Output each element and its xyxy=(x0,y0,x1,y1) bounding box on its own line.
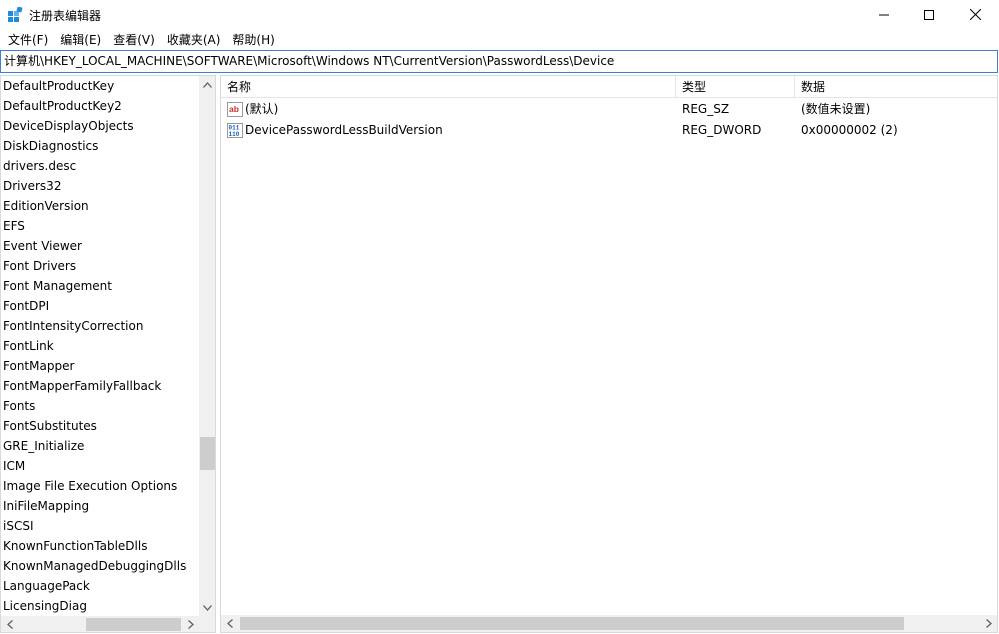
chevron-right-icon xyxy=(985,619,992,628)
list-scroll-left-button[interactable] xyxy=(221,615,238,632)
tree-item[interactable]: Event Viewer xyxy=(1,236,199,256)
value-row[interactable]: ab (默认) REG_SZ (数值未设置) xyxy=(221,99,997,120)
tree-item[interactable]: Fonts xyxy=(1,396,199,416)
value-name: (默认) xyxy=(245,102,279,116)
value-row[interactable]: 011 110 DevicePasswordLessBuildVersion R… xyxy=(221,120,997,141)
column-header-type[interactable]: 类型 xyxy=(676,76,795,98)
tree-item[interactable]: iSCSI xyxy=(1,516,199,536)
tree-item[interactable]: DiskDiagnostics xyxy=(1,136,199,156)
close-icon xyxy=(969,9,981,20)
svg-text:ab: ab xyxy=(229,104,239,114)
minimize-icon xyxy=(879,14,889,15)
list-horizontal-scrollbar[interactable] xyxy=(221,615,997,632)
chevron-left-icon xyxy=(6,620,13,629)
tree-item[interactable]: FontLink xyxy=(1,336,199,356)
value-data: (数值未设置) xyxy=(801,102,871,116)
list-horizontal-scroll-thumb[interactable] xyxy=(240,617,904,630)
tree-item[interactable]: drivers.desc xyxy=(1,156,199,176)
tree-item[interactable]: LicensingDiag xyxy=(1,596,199,616)
tree-item[interactable]: FontIntensityCorrection xyxy=(1,316,199,336)
tree-vertical-scrollbar[interactable] xyxy=(199,76,215,616)
menu-view[interactable]: 查看(V) xyxy=(107,30,161,50)
window-title: 注册表编辑器 xyxy=(29,9,102,23)
tree-item[interactable]: KnownManagedDebuggingDlls xyxy=(1,556,199,576)
title-bar: 注册表编辑器 xyxy=(0,0,999,29)
column-header-data[interactable]: 数据 xyxy=(795,76,997,98)
key-tree-pane: DefaultProductKey DefaultProductKey2 Devic… xyxy=(0,75,216,633)
scroll-up-button[interactable] xyxy=(199,76,215,93)
tree-item[interactable]: ICM xyxy=(1,456,199,476)
menu-favorites[interactable]: 收藏夹(A) xyxy=(161,30,227,50)
svg-text:110: 110 xyxy=(229,131,240,138)
chevron-up-icon xyxy=(203,81,212,88)
binary-value-icon: 011 110 xyxy=(227,123,243,138)
value-type: REG_SZ xyxy=(682,102,730,116)
tree-item[interactable]: KnownFunctionTableDlls xyxy=(1,536,199,556)
string-value-icon: ab xyxy=(227,102,243,117)
list-header: 名称 类型 数据 xyxy=(221,76,997,98)
tree-item[interactable]: Font Drivers xyxy=(1,256,199,276)
menu-edit[interactable]: 编辑(E) xyxy=(54,30,107,50)
tree-item[interactable]: FontSubstitutes xyxy=(1,416,199,436)
tree-item[interactable]: Drivers32 xyxy=(1,176,199,196)
tree-item[interactable]: DefaultProductKey2 xyxy=(1,96,199,116)
chevron-down-icon xyxy=(203,604,212,611)
tree-scroll-right-button[interactable] xyxy=(182,616,199,632)
column-header-name[interactable]: 名称 xyxy=(221,76,676,98)
tree-item[interactable]: LanguagePack xyxy=(1,576,199,596)
scrollbar-corner xyxy=(199,616,215,632)
minimize-button[interactable] xyxy=(861,0,907,29)
address-bar[interactable]: 计算机\HKEY_LOCAL_MACHINE\SOFTWARE\Microsof… xyxy=(0,50,998,73)
values-list-pane: 名称 类型 数据 ab (默认) REG_SZ (数值未设置) 011 110 … xyxy=(220,75,998,633)
tree-item[interactable]: DefaultProductKey xyxy=(1,76,199,96)
maximize-icon xyxy=(924,9,934,20)
tree-horizontal-scroll-thumb[interactable] xyxy=(86,618,181,631)
tree-item[interactable]: GRE_Initialize xyxy=(1,436,199,456)
scroll-down-button[interactable] xyxy=(199,599,215,616)
tree-scroll-left-button[interactable] xyxy=(1,616,18,632)
tree-item[interactable]: Image File Execution Options xyxy=(1,476,199,496)
value-data: 0x00000002 (2) xyxy=(801,123,898,137)
menu-file[interactable]: 文件(F) xyxy=(2,30,54,50)
tree-item[interactable]: FontMapperFamilyFallback xyxy=(1,376,199,396)
tree-item[interactable]: DeviceDisplayObjects xyxy=(1,116,199,136)
tree-item[interactable]: FontDPI xyxy=(1,296,199,316)
maximize-button[interactable] xyxy=(906,0,952,29)
menu-bar: 文件(F) 编辑(E) 查看(V) 收藏夹(A) 帮助(H) xyxy=(0,29,999,50)
tree-vertical-scroll-thumb[interactable] xyxy=(200,437,215,470)
tree-item[interactable]: FontMapper xyxy=(1,356,199,376)
value-type: REG_DWORD xyxy=(682,123,762,137)
list-scroll-right-button[interactable] xyxy=(980,615,997,632)
close-button[interactable] xyxy=(952,0,998,29)
menu-help[interactable]: 帮助(H) xyxy=(226,30,280,50)
tree-item[interactable]: Font Management xyxy=(1,276,199,296)
chevron-right-icon xyxy=(187,620,194,629)
chevron-left-icon xyxy=(226,619,233,628)
tree-item[interactable]: IniFileMapping xyxy=(1,496,199,516)
tree-horizontal-scrollbar[interactable] xyxy=(1,616,199,632)
key-tree: DefaultProductKey DefaultProductKey2 Devic… xyxy=(1,76,199,616)
value-name: DevicePasswordLessBuildVersion xyxy=(245,123,443,137)
tree-item[interactable]: EFS xyxy=(1,216,199,236)
registry-editor-icon xyxy=(8,7,23,22)
tree-item[interactable]: EditionVersion xyxy=(1,196,199,216)
